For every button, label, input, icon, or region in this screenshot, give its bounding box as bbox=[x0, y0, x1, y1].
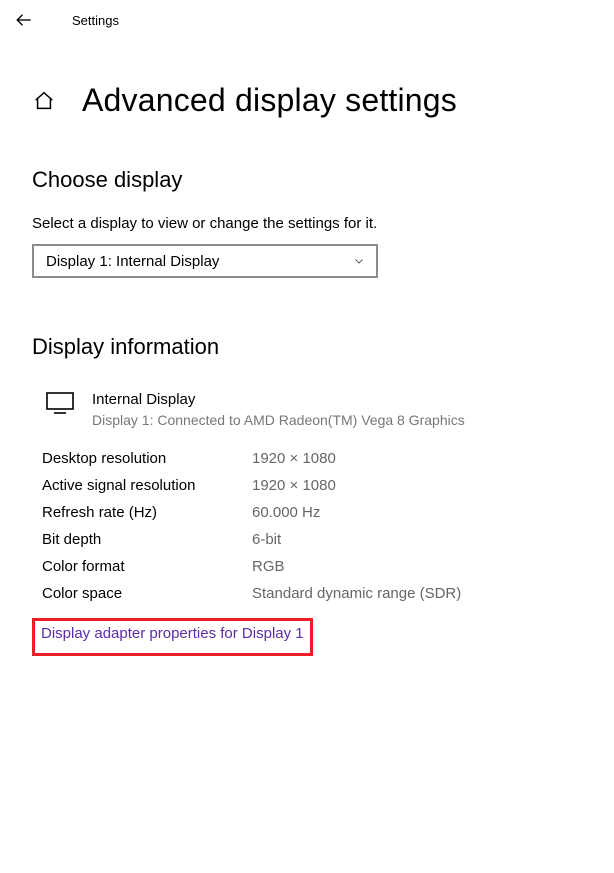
spec-value: 1920 × 1080 bbox=[252, 450, 336, 467]
spec-value: Standard dynamic range (SDR) bbox=[252, 585, 461, 602]
spec-label: Refresh rate (Hz) bbox=[42, 504, 252, 521]
spec-row: Color space Standard dynamic range (SDR) bbox=[42, 585, 582, 602]
choose-display-description: Select a display to view or change the s… bbox=[32, 215, 582, 232]
spec-value: 1920 × 1080 bbox=[252, 477, 336, 494]
display-connection: Display 1: Connected to AMD Radeon(TM) V… bbox=[92, 412, 465, 428]
spec-value: RGB bbox=[252, 558, 285, 575]
spec-value: 60.000 Hz bbox=[252, 504, 320, 521]
spec-value: 6-bit bbox=[252, 531, 281, 548]
display-adapter-properties-link[interactable]: Display adapter properties for Display 1 bbox=[41, 625, 304, 642]
display-select-dropdown[interactable]: Display 1: Internal Display bbox=[32, 244, 378, 278]
spec-row: Active signal resolution 1920 × 1080 bbox=[42, 477, 582, 494]
annotation-highlight-box: Display adapter properties for Display 1 bbox=[32, 618, 313, 656]
display-spec-table: Desktop resolution 1920 × 1080 Active si… bbox=[42, 450, 582, 602]
spec-label: Bit depth bbox=[42, 531, 252, 548]
display-name: Internal Display bbox=[92, 390, 465, 410]
spec-label: Color space bbox=[42, 585, 252, 602]
home-icon[interactable] bbox=[32, 89, 56, 113]
chevron-down-icon bbox=[352, 254, 366, 268]
spec-label: Active signal resolution bbox=[42, 477, 252, 494]
spec-label: Desktop resolution bbox=[42, 450, 252, 467]
spec-row: Color format RGB bbox=[42, 558, 582, 575]
spec-row: Desktop resolution 1920 × 1080 bbox=[42, 450, 582, 467]
page-title: Advanced display settings bbox=[82, 82, 457, 119]
spec-row: Bit depth 6-bit bbox=[42, 531, 582, 548]
spec-row: Refresh rate (Hz) 60.000 Hz bbox=[42, 504, 582, 521]
choose-display-heading: Choose display bbox=[32, 167, 582, 193]
app-title: Settings bbox=[72, 13, 119, 28]
display-information-heading: Display information bbox=[32, 334, 582, 360]
display-select-value: Display 1: Internal Display bbox=[46, 253, 219, 270]
back-arrow-icon bbox=[15, 11, 33, 29]
monitor-icon bbox=[46, 392, 74, 414]
spec-label: Color format bbox=[42, 558, 252, 575]
back-button[interactable] bbox=[12, 8, 36, 32]
